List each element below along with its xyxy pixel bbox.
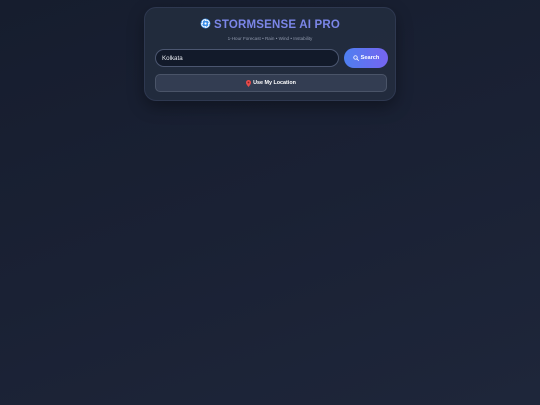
city-search-input[interactable] — [155, 49, 339, 67]
app-subtitle: 1-Hour Forecast • Rain • Wind • Instabil… — [227, 36, 313, 41]
search-icon — [353, 55, 359, 61]
search-button-label: Search — [360, 55, 380, 61]
use-location-label: Use My Location — [253, 80, 296, 86]
use-location-button[interactable]: Use My Location — [155, 74, 387, 92]
app-title: STORMSENSE AI PRO — [145, 18, 395, 31]
forecast-card: STORMSENSE AI PRO 1-Hour Forecast • Rain… — [144, 7, 396, 101]
search-button[interactable]: Search — [344, 48, 388, 68]
pin-icon — [246, 79, 252, 87]
app-title-text: STORMSENSE AI PRO — [213, 19, 341, 31]
cyclone-icon — [200, 18, 211, 29]
